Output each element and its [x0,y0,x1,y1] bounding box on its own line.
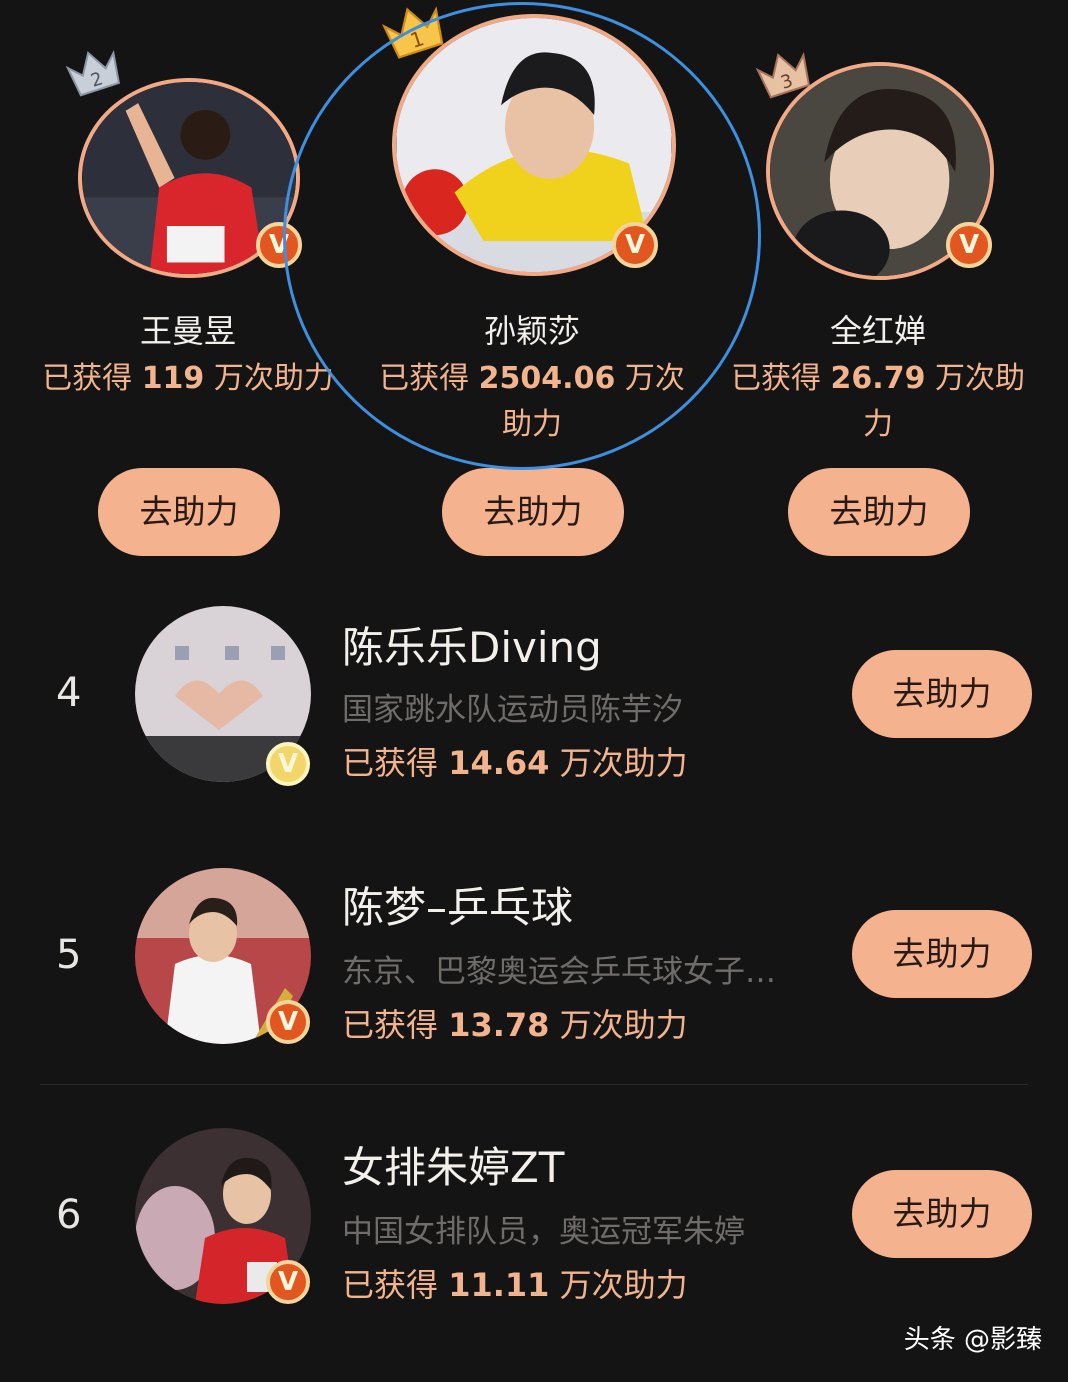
verified-badge-icon: V [612,222,658,268]
assist-count: 已获得 2504.06 万次助力 [379,361,685,442]
assist-button[interactable]: 去助力 [852,650,1032,738]
list-description: 中国女排队员，奥运冠军朱婷 [342,1214,745,1250]
podium-item-rank-2: 2 V 王曼昱 已获得 119 万次助力 去助力 [18,0,358,560]
verified-badge-icon: V [266,1000,310,1044]
list-name: 陈乐乐Diving [342,623,602,672]
divider [40,1084,1028,1085]
assist-button[interactable]: 去助力 [442,468,624,556]
podium-name: 全红婵 [829,312,926,350]
verified-badge-icon: V [946,222,992,268]
verified-badge-icon: V [266,742,310,786]
verified-badge-icon: V [266,1260,310,1304]
assist-button[interactable]: 去助力 [788,468,970,556]
assist-count: 已获得 26.79 万次助力 [731,361,1025,442]
rank-number: 6 [56,1192,82,1238]
assist-button[interactable]: 去助力 [98,468,280,556]
assist-count: 已获得 13.78 万次助力 [342,1006,688,1044]
list-description: 东京、巴黎奥运会乒乓球女子单打冠军 [342,954,802,990]
assist-count: 已获得 119 万次助力 [42,361,334,396]
assist-button[interactable]: 去助力 [852,1170,1032,1258]
list-item: 5 V 陈梦–乒乓球 东京、巴黎奥运会乒乓球女子单打冠军 已获得 13.78 万… [0,862,1068,1122]
podium-name: 孙颖莎 [483,312,580,350]
list-description: 国家跳水队运动员陈芋汐 [342,692,683,728]
assist-count: 已获得 14.64 万次助力 [342,744,688,782]
rank-2-crown-icon: 2 [60,40,127,101]
verified-badge-icon: V [256,222,302,268]
list-name: 陈梦–乒乓球 [342,883,574,932]
watermark: 头条 @影臻 [903,1325,1042,1355]
assist-count: 已获得 11.11 万次助力 [342,1266,688,1304]
podium-name: 王曼昱 [139,312,236,350]
rank-number: 5 [56,932,82,978]
podium-item-rank-3: 3 V 全红婵 已获得 26.79 万次助力 去助力 [708,0,1048,560]
podium-item-rank-1: 1 V 孙颖莎 已获得 2504.06 万次助力 去助力 [362,0,702,560]
list-name: 女排朱婷ZT [342,1143,565,1192]
assist-button[interactable]: 去助力 [852,910,1032,998]
rank-number: 4 [56,670,82,716]
list-item: 4 V 陈乐乐Diving 国家跳水队运动员陈芋汐 已获得 14.64 万次助力… [0,600,1068,860]
